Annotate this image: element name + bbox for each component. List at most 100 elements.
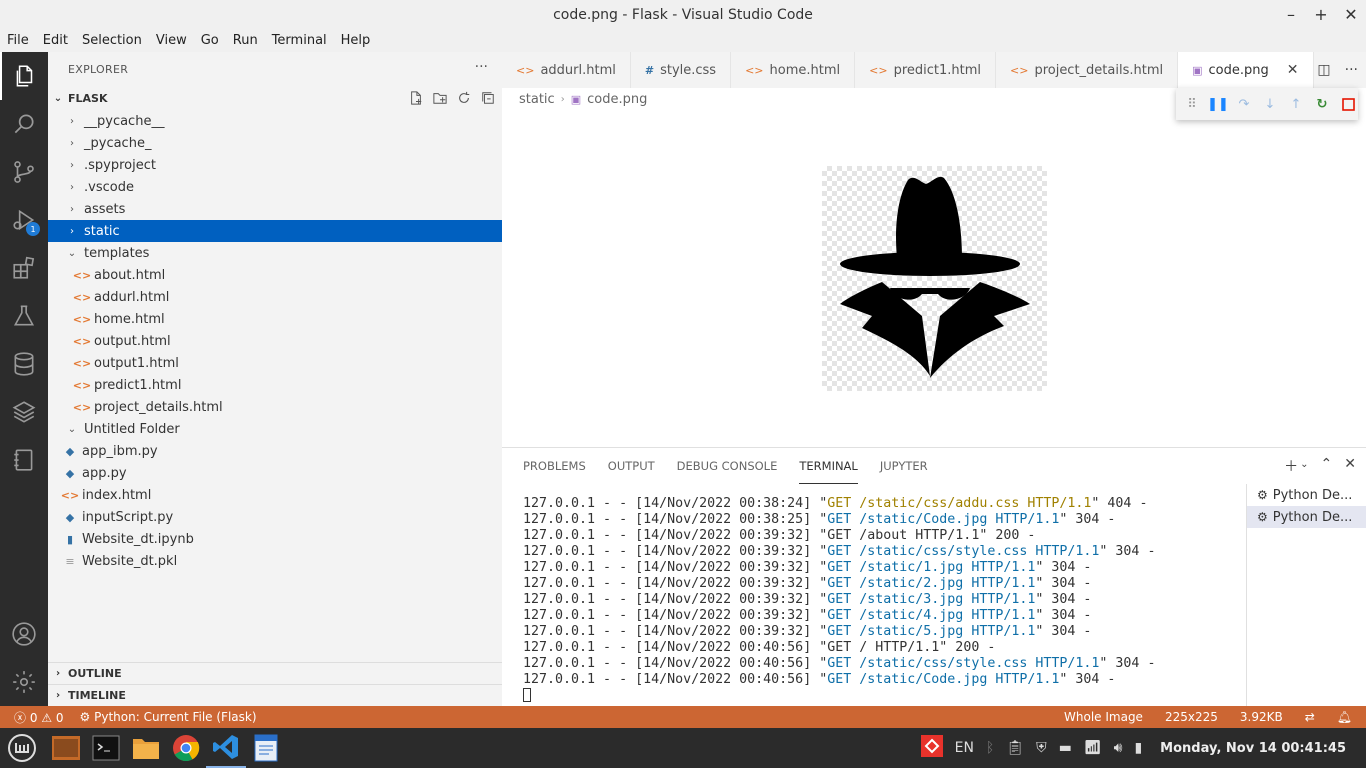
menu-file[interactable]: File — [0, 33, 36, 48]
tab-debug-console[interactable]: DEBUG CONSOLE — [677, 448, 778, 484]
step-into-icon[interactable]: ↓ — [1262, 96, 1278, 112]
menu-selection[interactable]: Selection — [75, 33, 149, 48]
close-icon[interactable]: ✕ — [1287, 62, 1299, 78]
debug-config-status[interactable]: ⚙ Python: Current File (Flask) — [80, 710, 257, 724]
breadcrumb-folder[interactable]: static — [519, 92, 555, 107]
problems-status[interactable]: ⓧ 0 ⚠ 0 — [14, 709, 64, 726]
terminal-output[interactable]: 127.0.0.1 - - [14/Nov/2022 00:38:24] "GE… — [523, 496, 1243, 704]
run-debug-icon[interactable]: 1 — [0, 196, 48, 244]
tree-file[interactable]: <> home.html — [48, 308, 502, 330]
wifi-icon[interactable]: 📶︎ — [1084, 740, 1102, 756]
terminal-icon[interactable] — [86, 728, 126, 768]
tab-addurl[interactable]: <> addurl.html — [502, 52, 631, 88]
tree-folder[interactable]: › __pycache__ — [48, 110, 502, 132]
explorer-icon[interactable] — [0, 52, 48, 100]
document-icon[interactable] — [246, 728, 286, 768]
menu-run[interactable]: Run — [226, 33, 265, 48]
restart-icon[interactable]: ↻ — [1314, 96, 1330, 112]
extensions-icon[interactable] — [0, 244, 48, 292]
tree-file[interactable]: <> index.html — [48, 484, 502, 506]
timeline-section[interactable]: › TIMELINE — [48, 684, 502, 706]
feedback-icon[interactable]: ⇄ — [1305, 710, 1315, 724]
tree-folder[interactable]: › static — [48, 220, 502, 242]
tab-problems[interactable]: PROBLEMS — [523, 448, 586, 484]
chevron-down-icon[interactable]: ⌄ — [1300, 459, 1308, 476]
menu-go[interactable]: Go — [194, 33, 226, 48]
tab-terminal[interactable]: TERMINAL — [799, 448, 858, 484]
menu-view[interactable]: View — [149, 33, 194, 48]
tree-file[interactable]: <> output.html — [48, 330, 502, 352]
menu-edit[interactable]: Edit — [36, 33, 75, 48]
menu-help[interactable]: Help — [334, 33, 378, 48]
tree-folder[interactable]: ⌄ Untitled Folder — [48, 418, 502, 440]
tree-file[interactable]: <> about.html — [48, 264, 502, 286]
terminal-item[interactable]: ⚙ Python De... — [1247, 506, 1366, 528]
shield-icon[interactable]: ⛨ — [1036, 740, 1047, 756]
chrome-icon[interactable] — [166, 728, 206, 768]
bluetooth-icon[interactable]: ᛒ — [986, 740, 994, 756]
terminal-item[interactable]: ⚙ Python De... — [1247, 484, 1366, 506]
tab-style-css[interactable]: # style.css — [631, 52, 732, 88]
source-control-icon[interactable] — [0, 148, 48, 196]
more-actions-icon[interactable]: ··· — [475, 59, 488, 75]
notebook-icon[interactable] — [0, 436, 48, 484]
split-editor-icon[interactable]: ◫ — [1317, 62, 1330, 78]
tree-folder[interactable]: › .vscode — [48, 176, 502, 198]
tree-file[interactable]: ▮ Website_dt.ipynb — [48, 528, 502, 550]
tree-file[interactable]: <> predict1.html — [48, 374, 502, 396]
tree-folder[interactable]: › .spyproject — [48, 154, 502, 176]
more-actions-icon[interactable]: ··· — [1345, 62, 1358, 78]
refresh-icon[interactable] — [456, 90, 472, 106]
battery-icon[interactable]: ▮ — [1134, 740, 1142, 756]
maximize-button[interactable]: + — [1306, 0, 1336, 29]
stop-icon[interactable] — [1340, 96, 1356, 112]
pause-icon[interactable]: ❚❚ — [1207, 96, 1229, 112]
keyboard-icon[interactable]: ▬ — [1059, 740, 1072, 756]
step-over-icon[interactable]: ↷ — [1236, 96, 1252, 112]
tree-file[interactable]: <> output1.html — [48, 352, 502, 374]
clock[interactable]: Monday, Nov 14 00:41:45 — [1160, 741, 1346, 756]
tab-output[interactable]: OUTPUT — [608, 448, 655, 484]
tab-project-details[interactable]: <> project_details.html — [996, 52, 1179, 88]
tree-folder[interactable]: › _pycache_ — [48, 132, 502, 154]
tree-folder[interactable]: ⌄ templates — [48, 242, 502, 264]
outline-section[interactable]: › OUTLINE — [48, 662, 502, 684]
database-icon[interactable] — [0, 340, 48, 388]
tree-file[interactable]: <> project_details.html — [48, 396, 502, 418]
new-file-icon[interactable] — [408, 90, 424, 106]
layers-icon[interactable] — [0, 388, 48, 436]
search-icon[interactable] — [0, 100, 48, 148]
tree-file[interactable]: ◆ app.py — [48, 462, 502, 484]
new-folder-icon[interactable] — [432, 90, 448, 106]
files-icon[interactable] — [46, 728, 86, 768]
tab-home[interactable]: <> home.html — [731, 52, 856, 88]
folder-icon[interactable] — [126, 728, 166, 768]
tree-file[interactable]: ≡ Website_dt.pkl — [48, 550, 502, 572]
step-out-icon[interactable]: ↑ — [1288, 96, 1304, 112]
zoom-status[interactable]: Whole Image — [1064, 710, 1143, 724]
clipboard-icon[interactable]: 📋︎ — [1006, 740, 1024, 756]
tree-folder[interactable]: › assets — [48, 198, 502, 220]
volume-icon[interactable]: 🔊︎ — [1114, 740, 1123, 756]
tab-predict1[interactable]: <> predict1.html — [855, 52, 996, 88]
mint-menu-icon[interactable] — [2, 728, 42, 768]
testing-icon[interactable] — [0, 292, 48, 340]
tree-file[interactable]: ◆ inputScript.py — [48, 506, 502, 528]
collapse-all-icon[interactable] — [480, 90, 496, 106]
new-terminal-icon[interactable]: ＋ — [1284, 456, 1298, 476]
menu-terminal[interactable]: Terminal — [265, 33, 334, 48]
language-indicator[interactable]: EN — [955, 740, 974, 756]
vscode-icon[interactable] — [206, 728, 246, 768]
tree-file[interactable]: <> addurl.html — [48, 286, 502, 308]
minimize-button[interactable]: – — [1276, 0, 1306, 29]
anydesk-icon[interactable] — [920, 735, 943, 761]
bell-icon[interactable]: 🔔︎ — [1337, 710, 1352, 724]
tab-jupyter[interactable]: JUPYTER — [880, 448, 928, 484]
breadcrumb-file[interactable]: code.png — [587, 92, 647, 107]
tab-code-png[interactable]: ▣ code.png ✕ — [1178, 52, 1314, 88]
tree-file[interactable]: ◆ app_ibm.py — [48, 440, 502, 462]
maximize-panel-icon[interactable]: ⌃ — [1321, 456, 1333, 476]
close-panel-icon[interactable]: ✕ — [1344, 456, 1356, 476]
account-icon[interactable] — [0, 610, 48, 658]
drag-handle-icon[interactable]: ⠿ — [1184, 96, 1200, 112]
